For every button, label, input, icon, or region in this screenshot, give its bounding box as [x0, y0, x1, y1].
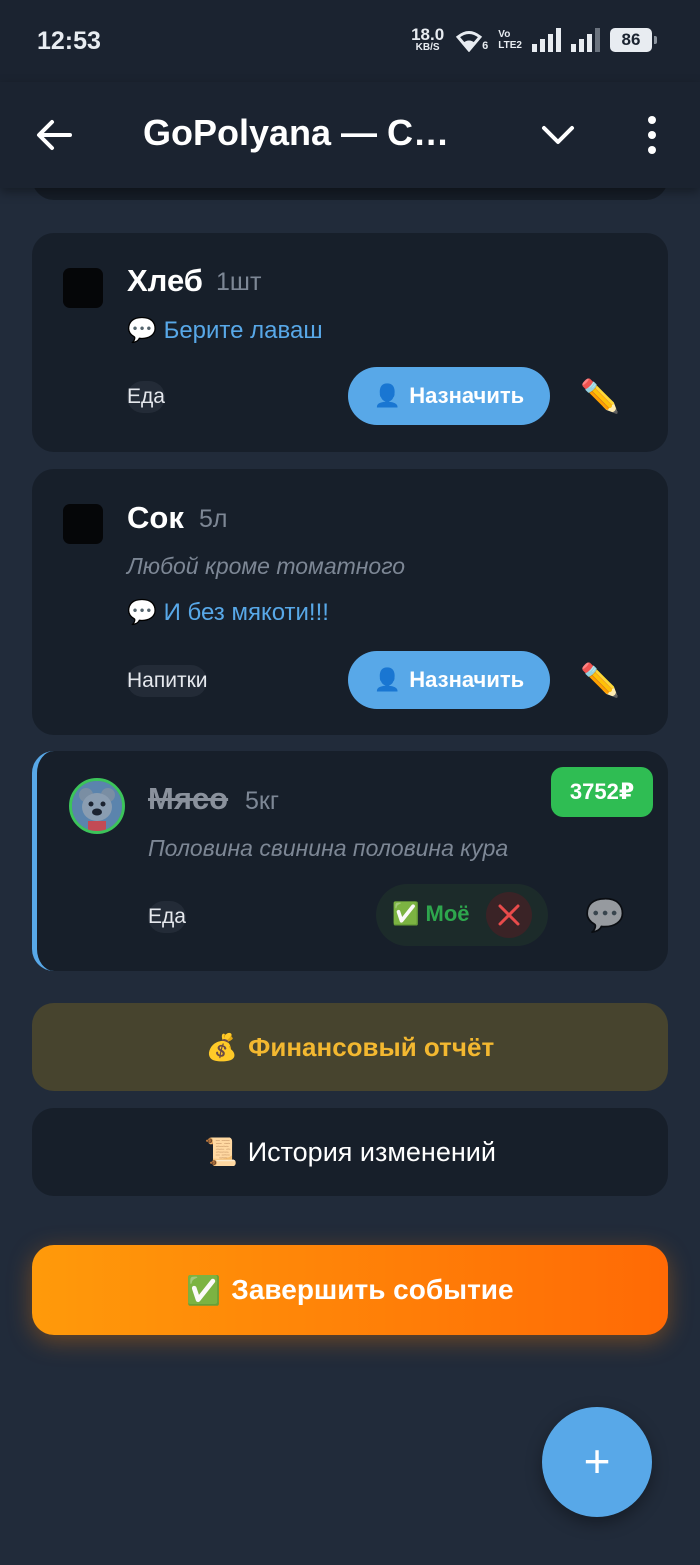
bear-avatar-icon [72, 781, 122, 831]
close-icon [498, 904, 520, 926]
more-vertical-icon [648, 116, 656, 154]
item-card-meat: Мясо 5кг 3752₽ Половина свинина половина… [32, 751, 668, 971]
mine-status-pill: ✅ Моё [376, 884, 548, 946]
item-comment: 💬 И без мякоти!!! [127, 598, 329, 627]
item-description: Половина свинина половина кура [148, 835, 509, 861]
volte-indicator: Vo LTE2 [498, 29, 522, 51]
item-quantity: 5кг [245, 787, 279, 815]
comment-icon: 💬 [585, 897, 625, 933]
assign-button[interactable]: 👤 Назначить [348, 651, 550, 709]
assign-button[interactable]: 👤 Назначить [348, 367, 550, 425]
status-icons: 18.0 KB/S 6 Vo LTE2 86 [411, 26, 657, 53]
item-comment-text: Берите лаваш [163, 317, 323, 344]
price-badge: 3752₽ [551, 767, 653, 817]
item-checkbox[interactable] [63, 268, 103, 308]
pencil-icon: ✏️ [580, 378, 620, 414]
chevron-down-icon [542, 126, 574, 144]
back-button[interactable] [30, 112, 80, 158]
wifi-sub-label: 6 [482, 39, 489, 52]
finish-event-button[interactable]: ✅ Завершить событие [32, 1245, 668, 1335]
title-dropdown-button[interactable] [536, 112, 580, 158]
assign-button-label: Назначить [409, 383, 525, 408]
more-menu-button[interactable] [632, 112, 672, 158]
comment-button[interactable]: 💬 [583, 893, 627, 937]
pencil-icon: ✏️ [580, 662, 620, 698]
item-checkbox[interactable] [63, 504, 103, 544]
finish-event-label: Завершить событие [231, 1274, 514, 1305]
category-tag: Напитки [127, 665, 208, 697]
item-name: Сок [127, 500, 184, 535]
network-speed-value: 18.0 [411, 25, 445, 44]
finance-report-button[interactable]: 💰 Финансовый отчёт [32, 1003, 668, 1091]
arrow-left-icon [37, 120, 72, 150]
status-time: 12:53 [37, 27, 101, 55]
status-bar: 12:53 18.0 KB/S 6 Vo LTE2 86 [0, 0, 700, 82]
volte-bottom: LTE2 [498, 39, 522, 51]
wifi-icon: 6 [454, 28, 488, 52]
change-history-button[interactable]: 📜 История изменений [32, 1108, 668, 1196]
item-comment: 💬 Берите лаваш [127, 316, 323, 345]
mine-label: ✅ Моё [392, 901, 470, 926]
change-history-label: История изменений [247, 1136, 496, 1167]
avatar [69, 778, 125, 834]
app-bar: GoPolyana — Сп... [0, 82, 700, 188]
item-card-juice: Сок 5л Любой кроме томатного 💬 И без мяк… [32, 469, 668, 735]
network-speed-unit: KB/S [415, 42, 440, 53]
user-icon: 👤 [373, 383, 402, 408]
item-description: Любой кроме томатного [127, 553, 406, 579]
unassign-button[interactable] [486, 892, 532, 938]
signal-bars-1-icon [532, 27, 561, 52]
page-title: GoPolyana — Сп... [143, 112, 463, 153]
assign-button-label: Назначить [409, 667, 525, 692]
item-name: Мясо [148, 781, 229, 816]
category-tag: Еда [148, 901, 186, 933]
network-speed: 18.0 KB/S [411, 26, 444, 53]
volte-top: Vo [498, 28, 511, 40]
item-card-bread: Хлеб 1шт 💬 Берите лаваш Еда 👤 Назначить … [32, 233, 668, 452]
check-mark-icon: ✅ [186, 1274, 222, 1306]
edit-item-button[interactable]: ✏️ [578, 658, 622, 702]
item-quantity: 5л [199, 505, 228, 533]
comment-icon: 💬 [127, 599, 157, 626]
money-bag-icon: 💰 [205, 1031, 239, 1062]
item-name: Хлеб [127, 263, 203, 298]
signal-bars-2-icon [571, 27, 600, 52]
scroll-icon: 📜 [204, 1137, 238, 1167]
item-comment-text: И без мякоти!!! [163, 599, 329, 626]
finance-report-label: Финансовый отчёт [248, 1031, 495, 1062]
user-icon: 👤 [373, 667, 402, 692]
comment-icon: 💬 [127, 317, 157, 344]
edit-item-button[interactable]: ✏️ [578, 374, 622, 418]
item-quantity: 1шт [216, 268, 262, 296]
category-tag: Еда [127, 381, 165, 413]
add-item-fab[interactable]: + [542, 1407, 652, 1517]
battery-icon: 86 [610, 27, 657, 52]
